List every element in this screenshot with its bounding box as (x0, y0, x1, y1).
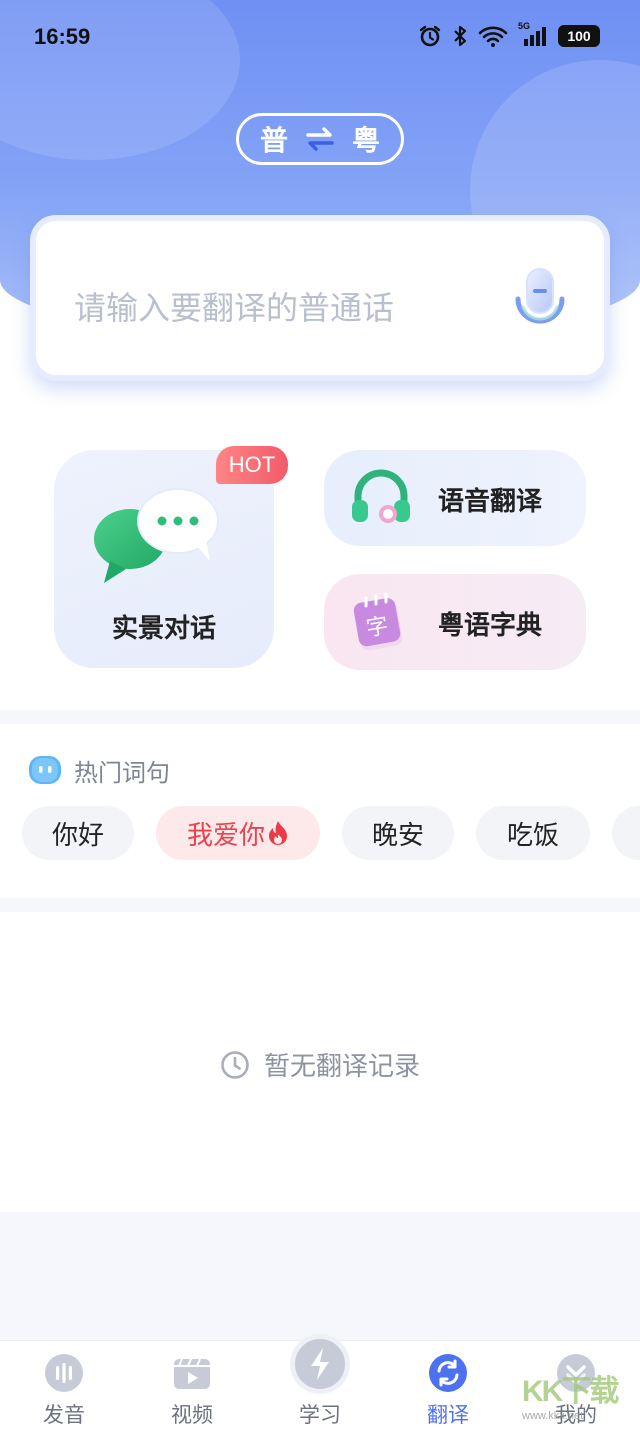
history-empty-text: 暂无翻译记录 (263, 1052, 420, 1082)
headphones-icon (352, 469, 410, 523)
wifi-icon (478, 26, 508, 47)
alarm-icon (419, 25, 441, 47)
translate-page: 16:59 5G 100 普 粤 请输入要翻译的普通话 HOT 实景对话 语音翻… (0, 0, 640, 1430)
phrase-chip[interactable]: 吃饭 (476, 806, 590, 860)
flame-icon (269, 821, 287, 845)
section-divider (0, 710, 640, 724)
content-bottom-area (0, 1212, 640, 1342)
scene-dialog-label[interactable]: 实景对话 (54, 608, 274, 645)
lightning-icon (311, 1348, 329, 1380)
translate-refresh-icon (429, 1354, 467, 1392)
sound-wave-icon (45, 1354, 83, 1392)
learn-center-button[interactable] (290, 1334, 350, 1394)
bluetooth-icon (454, 25, 467, 47)
phrase-text: 吃饭 (506, 820, 559, 851)
phrase-chip-hot[interactable]: 我爱你 (156, 806, 320, 860)
phrase-text: 我爱你 (186, 820, 265, 851)
phrase-chip[interactable] (612, 806, 640, 860)
signal-group: 5G (518, 21, 548, 48)
tab-pronunciation[interactable]: 发音 (0, 1341, 128, 1430)
battery-indicator: 100 (558, 25, 600, 47)
clock-icon (221, 1050, 249, 1079)
tab-label: 翻译 (427, 1403, 469, 1427)
cantonese-dictionary-label: 粤语字典 (438, 611, 543, 641)
status-time: 16:59 (34, 24, 91, 49)
robot-icon (29, 756, 61, 784)
phrase-text: 你好 (51, 820, 104, 851)
hot-phrase-list: 你好 我爱你 晚安 吃饭 (22, 806, 640, 860)
tab-label: 视频 (171, 1403, 213, 1427)
watermark-url: www.kkx.net (522, 1410, 584, 1422)
tab-translate[interactable]: 翻译 (384, 1341, 512, 1430)
language-switch-button[interactable]: 普 粤 (236, 113, 404, 165)
voice-translate-button[interactable]: 语音翻译 (324, 450, 586, 546)
video-clapper-icon (174, 1358, 210, 1389)
dictionary-book-icon: 字 (353, 592, 403, 651)
voice-translate-label: 语音翻译 (438, 487, 543, 517)
cantonese-dictionary-button[interactable]: 字 粤语字典 (324, 574, 586, 670)
watermark-text: KK下载 (522, 1375, 619, 1408)
microphone-icon[interactable] (514, 267, 566, 333)
chat-bubbles-icon (94, 488, 219, 583)
tab-label: 发音 (43, 1403, 85, 1427)
tab-video[interactable]: 视频 (128, 1341, 256, 1430)
hot-phrases-title: 热门词句 (74, 758, 170, 787)
phrase-chip[interactable]: 你好 (22, 806, 134, 860)
watermark: KK下载 www.kkx.net (522, 1366, 632, 1426)
tab-label: 学习 (299, 1403, 341, 1427)
swap-arrows-icon (306, 127, 334, 151)
dictionary-glyph: 字 (364, 613, 390, 641)
hot-badge: HOT (216, 446, 288, 484)
phrase-text: 晚安 (371, 820, 424, 851)
target-language: 粤 (352, 124, 381, 157)
phrase-chip[interactable]: 晚安 (342, 806, 454, 860)
translate-input-placeholder[interactable]: 请输入要翻译的普通话 (74, 283, 394, 329)
section-divider (0, 898, 640, 912)
status-bar: 16:59 5G 100 (0, 18, 640, 58)
cell-signal-icon (524, 27, 546, 46)
hot-phrases-header: 热门词句 (28, 752, 170, 788)
source-language: 普 (259, 124, 288, 157)
history-empty-state: 暂无翻译记录 (0, 1046, 640, 1083)
status-icons: 5G 100 (418, 21, 600, 48)
translate-input-card[interactable]: 请输入要翻译的普通话 (30, 215, 610, 381)
